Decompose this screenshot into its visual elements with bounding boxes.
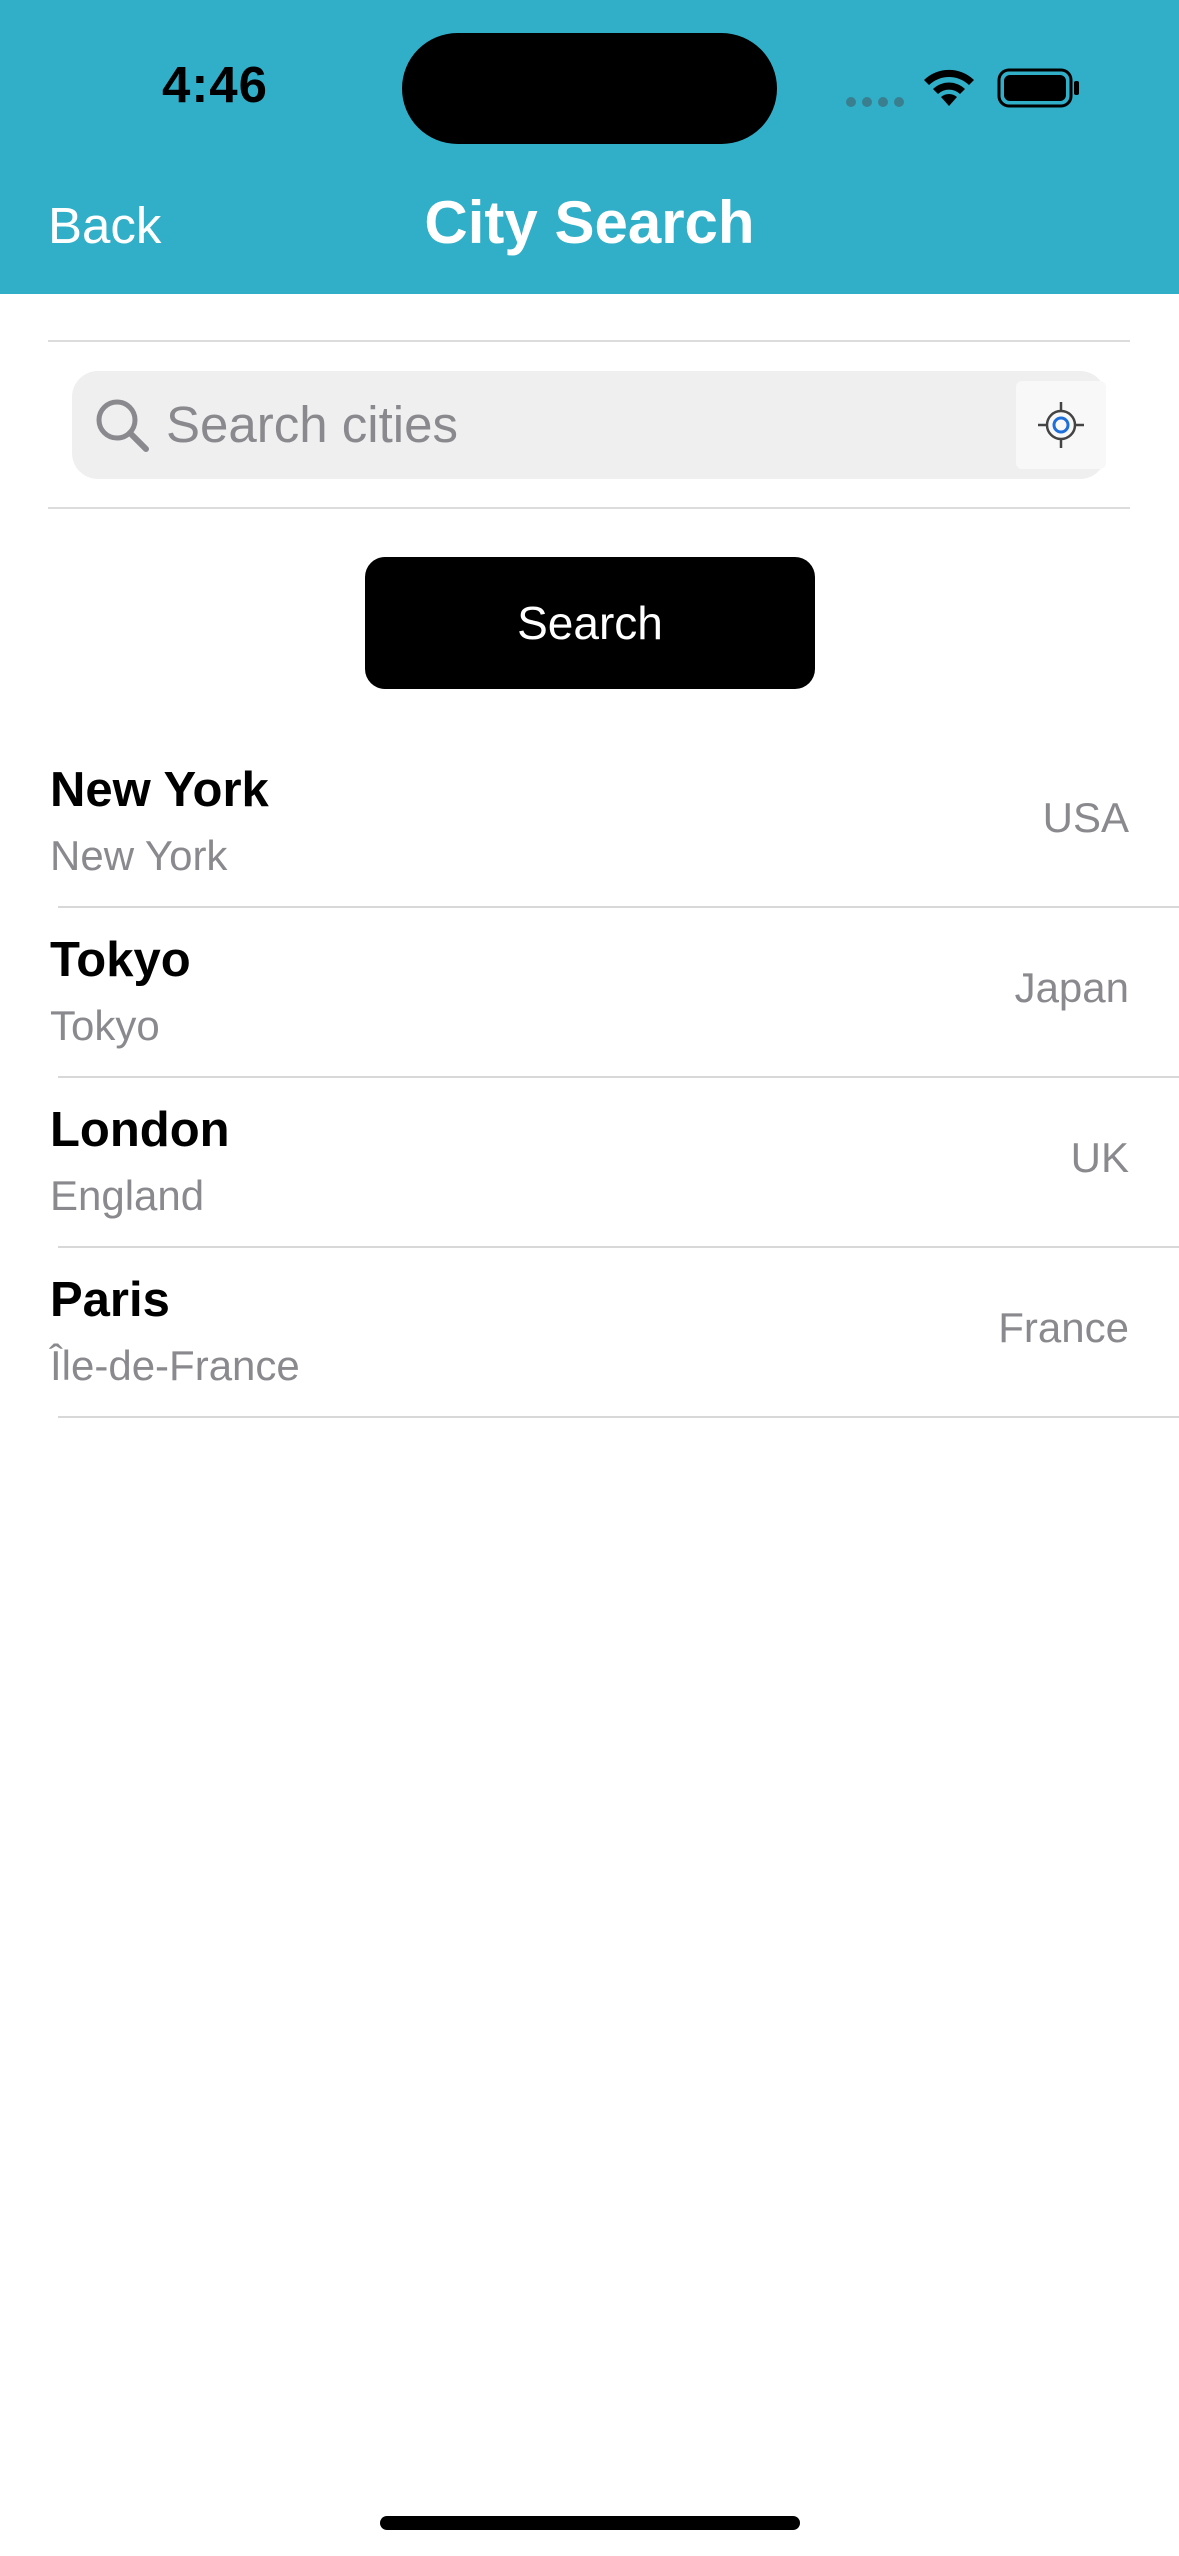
city-row-paris[interactable]: Paris Île-de-France France bbox=[0, 1248, 1179, 1418]
dynamic-island bbox=[402, 33, 777, 144]
battery-icon bbox=[997, 68, 1079, 108]
current-location-button[interactable] bbox=[1016, 381, 1106, 469]
city-region: Île-de-France bbox=[50, 1342, 300, 1389]
search-placeholder: Search cities bbox=[166, 396, 458, 453]
city-country: Japan bbox=[1014, 964, 1129, 1011]
location-crosshair-icon bbox=[1038, 402, 1084, 448]
city-region: Tokyo bbox=[50, 1002, 160, 1049]
page-title: City Search bbox=[424, 189, 755, 256]
search-button[interactable]: Search bbox=[365, 557, 815, 689]
city-name: New York bbox=[50, 763, 269, 817]
cellular-signal-icon bbox=[846, 97, 904, 107]
city-country: France bbox=[998, 1304, 1129, 1351]
city-name: Paris bbox=[50, 1273, 170, 1327]
city-country: UK bbox=[1070, 1134, 1129, 1181]
city-region: England bbox=[50, 1172, 205, 1219]
wifi-icon bbox=[924, 69, 974, 106]
divider bbox=[48, 507, 1130, 509]
city-country: USA bbox=[1042, 794, 1129, 841]
city-region: New York bbox=[50, 832, 228, 879]
city-row-new-york[interactable]: New York New York USA bbox=[0, 738, 1179, 908]
city-name: London bbox=[50, 1103, 230, 1157]
city-list: New York New York USA Tokyo Tokyo Japan … bbox=[0, 738, 1179, 1418]
row-separator bbox=[58, 1416, 1179, 1418]
city-name: Tokyo bbox=[50, 933, 191, 987]
search-icon bbox=[96, 399, 149, 452]
search-input[interactable]: Search cities bbox=[72, 371, 1106, 479]
city-row-london[interactable]: London England UK bbox=[0, 1078, 1179, 1248]
divider bbox=[48, 340, 1130, 342]
navigation-header: 4:46 Back City Search bbox=[0, 0, 1179, 294]
home-indicator[interactable] bbox=[380, 2516, 800, 2530]
status-time: 4:46 bbox=[161, 56, 269, 113]
city-row-tokyo[interactable]: Tokyo Tokyo Japan bbox=[0, 908, 1179, 1078]
